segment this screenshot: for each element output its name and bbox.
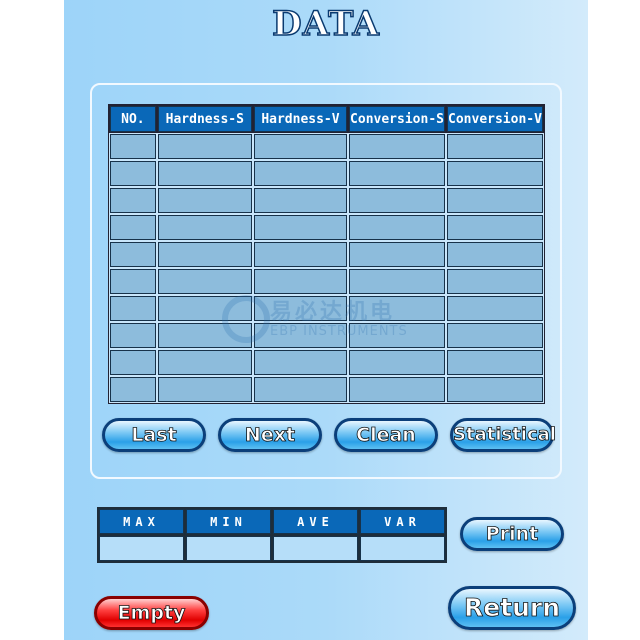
table-cell <box>109 187 157 214</box>
empty-button[interactable]: Empty <box>94 596 209 630</box>
table-cell <box>445 322 545 349</box>
stat-header-ave: AVE <box>273 509 358 534</box>
table-row[interactable] <box>109 295 545 322</box>
stat-header-min: MIN <box>186 509 271 534</box>
table-cell <box>156 214 253 241</box>
table-cell <box>348 268 446 295</box>
stat-header-max: MAX <box>99 509 184 534</box>
table-cell <box>348 133 446 160</box>
table-cell <box>156 241 253 268</box>
table-cell <box>156 322 253 349</box>
table-row[interactable] <box>109 214 545 241</box>
table-cell <box>156 268 253 295</box>
table-cell <box>348 295 446 322</box>
table-cell <box>348 322 446 349</box>
column-header: Conversion-V <box>446 106 543 132</box>
table-cell <box>252 295 349 322</box>
table-cell <box>109 349 157 376</box>
table-cell <box>348 160 446 187</box>
table-cell <box>445 133 545 160</box>
stat-value-var <box>360 536 445 561</box>
column-header: Conversion-S <box>349 106 445 132</box>
table-cell <box>109 160 157 187</box>
stats-table: MAX MIN AVE VAR <box>97 507 447 563</box>
column-header: NO. <box>110 106 156 132</box>
table-row[interactable] <box>109 349 545 376</box>
table-cell <box>156 376 253 403</box>
table-cell <box>445 187 545 214</box>
table-cell <box>348 187 446 214</box>
table-cell <box>156 187 253 214</box>
table-cell <box>156 133 253 160</box>
table-cell <box>109 241 157 268</box>
table-cell <box>156 295 253 322</box>
table-cell <box>252 241 349 268</box>
table-cell <box>445 241 545 268</box>
stat-value-max <box>99 536 184 561</box>
table-cell <box>348 241 446 268</box>
table-cell <box>252 187 349 214</box>
table-cell <box>252 376 349 403</box>
table-row[interactable] <box>109 268 545 295</box>
stat-value-ave <box>273 536 358 561</box>
table-row[interactable] <box>109 133 545 160</box>
stat-header-var: VAR <box>360 509 445 534</box>
column-header: Hardness-V <box>253 106 348 132</box>
table-row[interactable] <box>109 376 545 403</box>
table-cell <box>252 214 349 241</box>
last-button[interactable]: Last <box>102 418 206 452</box>
table-cell <box>445 376 545 403</box>
table-cell <box>445 268 545 295</box>
table-cell <box>252 160 349 187</box>
data-table: NO. Hardness-S Hardness-V Conversion-S Conve… <box>108 104 545 404</box>
table-cell <box>445 349 545 376</box>
table-row[interactable] <box>109 160 545 187</box>
column-header: Hardness-S <box>157 106 252 132</box>
table-cell <box>348 376 446 403</box>
table-cell <box>109 133 157 160</box>
table-cell <box>252 322 349 349</box>
table-row[interactable] <box>109 187 545 214</box>
print-button[interactable]: Print <box>460 517 564 551</box>
next-button[interactable]: Next <box>218 418 322 452</box>
table-cell <box>109 322 157 349</box>
table-cell <box>445 214 545 241</box>
table-cell <box>348 349 446 376</box>
page-title: DATA <box>271 3 380 45</box>
table-cell <box>109 295 157 322</box>
table-cell <box>109 376 157 403</box>
table-row[interactable] <box>109 322 545 349</box>
table-cell <box>156 160 253 187</box>
table-cell <box>348 214 446 241</box>
table-cell <box>156 349 253 376</box>
clean-button[interactable]: Clean <box>334 418 438 452</box>
table-cell <box>252 268 349 295</box>
statistical-button[interactable]: Statistical <box>450 418 556 452</box>
table-cell <box>109 268 157 295</box>
table-cell <box>445 295 545 322</box>
table-cell <box>445 160 545 187</box>
table-cell <box>252 349 349 376</box>
table-cell <box>109 214 157 241</box>
table-row[interactable] <box>109 241 545 268</box>
table-cell <box>252 133 349 160</box>
stat-value-min <box>186 536 271 561</box>
return-button[interactable]: Return <box>448 586 576 630</box>
